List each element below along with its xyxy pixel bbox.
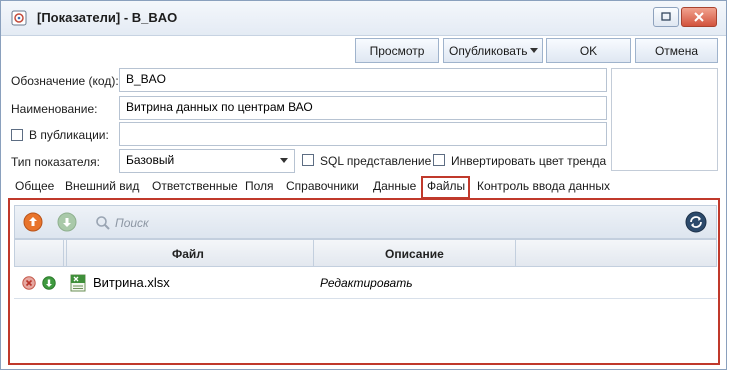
tab-responsible[interactable]: Ответственные xyxy=(152,179,238,193)
table-row[interactable]: Витрина.xlsx Редактировать xyxy=(14,267,717,299)
column-divider xyxy=(313,240,314,266)
chevron-down-icon xyxy=(280,158,288,163)
tab-fields[interactable]: Поля xyxy=(245,179,274,193)
tab-data-input-control[interactable]: Контроль ввода данных xyxy=(477,179,610,193)
files-grid-empty-area xyxy=(14,299,717,359)
sql-view-checkbox[interactable] xyxy=(302,154,314,166)
tab-data[interactable]: Данные xyxy=(373,179,416,193)
edit-description-link[interactable]: Редактировать xyxy=(320,276,413,290)
tab-general[interactable]: Общее xyxy=(15,179,54,193)
name-field[interactable]: Витрина данных по центрам ВАО xyxy=(119,96,607,120)
type-select[interactable]: Базовый xyxy=(119,149,295,173)
publish-button[interactable]: Опубликовать xyxy=(443,38,543,63)
code-label: Обозначение (код): xyxy=(11,74,119,88)
upload-icon[interactable] xyxy=(23,212,43,232)
in-publication-field[interactable] xyxy=(119,122,607,146)
preview-button[interactable]: Просмотр xyxy=(355,38,439,63)
active-tab-highlight xyxy=(421,176,470,199)
in-publication-label: В публикации: xyxy=(29,128,109,142)
column-header-file[interactable]: Файл xyxy=(172,247,204,261)
refresh-icon[interactable] xyxy=(685,211,707,233)
delete-icon[interactable] xyxy=(22,276,36,290)
close-button[interactable] xyxy=(681,7,717,27)
image-box[interactable] xyxy=(611,68,718,171)
column-header-description[interactable]: Описание xyxy=(385,247,444,261)
cancel-button[interactable]: Отмена xyxy=(635,38,718,63)
app-icon xyxy=(11,10,27,26)
in-publication-checkbox[interactable] xyxy=(11,129,23,141)
file-name[interactable]: Витрина.xlsx xyxy=(93,275,170,290)
download-icon[interactable] xyxy=(57,212,77,232)
download-icon[interactable] xyxy=(42,276,56,290)
tab-reference[interactable]: Справочники xyxy=(286,179,359,193)
code-field[interactable]: B_BAO xyxy=(119,68,607,92)
files-grid-header: Файл Описание xyxy=(14,239,717,267)
column-divider xyxy=(515,240,516,266)
chevron-down-icon xyxy=(530,48,538,53)
column-divider xyxy=(66,240,67,266)
type-label: Тип показателя: xyxy=(11,155,100,169)
search-icon[interactable] xyxy=(95,215,111,231)
window-title: [Показатели] - B_BAO xyxy=(37,10,178,25)
name-label: Наименование: xyxy=(11,102,98,116)
invert-trend-label: Инвертировать цвет тренда xyxy=(451,154,607,168)
ok-button[interactable]: OK xyxy=(546,38,631,63)
restore-button[interactable] xyxy=(653,7,679,27)
column-divider xyxy=(63,240,64,266)
dialog-window: [Показатели] - B_BAO Просмотр Опубликова… xyxy=(0,0,727,370)
restore-icon xyxy=(661,12,671,21)
search-placeholder[interactable]: Поиск xyxy=(115,216,149,230)
excel-file-icon xyxy=(70,274,86,292)
tab-appearance[interactable]: Внешний вид xyxy=(65,179,139,193)
sql-view-label: SQL представление xyxy=(320,154,432,168)
title-bar: [Показатели] - B_BAO xyxy=(1,1,726,36)
files-toolbar: Поиск xyxy=(14,205,717,239)
invert-trend-checkbox[interactable] xyxy=(433,154,445,166)
close-icon xyxy=(694,12,704,22)
